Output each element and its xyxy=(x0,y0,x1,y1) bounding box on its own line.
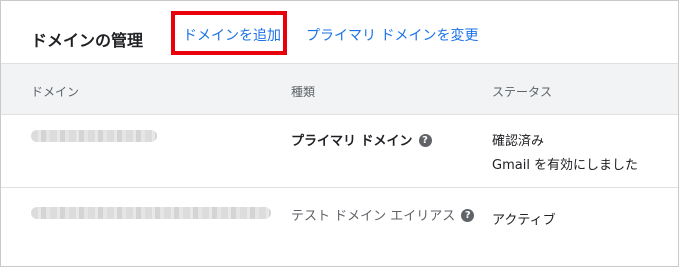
add-domain-link[interactable]: ドメインを追加 xyxy=(183,25,281,45)
column-header-domain: ドメイン xyxy=(31,85,80,99)
panel-header: ドメインの管理 ドメインを追加 プライマリ ドメインを変更 xyxy=(1,1,678,63)
help-icon[interactable]: ? xyxy=(418,134,432,147)
domain-type: テスト ドメイン エイリアス? xyxy=(291,205,475,224)
domain-type: プライマリ ドメイン? xyxy=(291,130,432,149)
column-header-type: 種類 xyxy=(291,85,316,99)
status-verified: 確認済み xyxy=(492,134,545,149)
domain-name-redacted xyxy=(31,207,271,219)
domain-name-redacted xyxy=(31,130,157,142)
help-icon[interactable]: ? xyxy=(461,209,475,222)
table-row: プライマリ ドメイン? 確認済み Gmail を有効にしました xyxy=(1,115,678,188)
status-active: アクティブ xyxy=(492,213,556,228)
table-header-row: ドメイン 種類 ステータス xyxy=(1,63,678,115)
change-primary-domain-link[interactable]: プライマリ ドメインを変更 xyxy=(306,25,478,45)
domain-type-label: プライマリ ドメイン xyxy=(291,134,413,149)
status-gmail-enabled: Gmail を有効にしました xyxy=(492,158,639,173)
table-row: テスト ドメイン エイリアス? アクティブ xyxy=(1,188,678,246)
column-header-status: ステータス xyxy=(492,85,553,99)
domain-management-panel: ドメインの管理 ドメインを追加 プライマリ ドメインを変更 ドメイン 種類 ステ… xyxy=(0,0,679,267)
domain-type-label: テスト ドメイン エイリアス xyxy=(291,209,456,224)
page-title: ドメインの管理 xyxy=(31,31,144,50)
